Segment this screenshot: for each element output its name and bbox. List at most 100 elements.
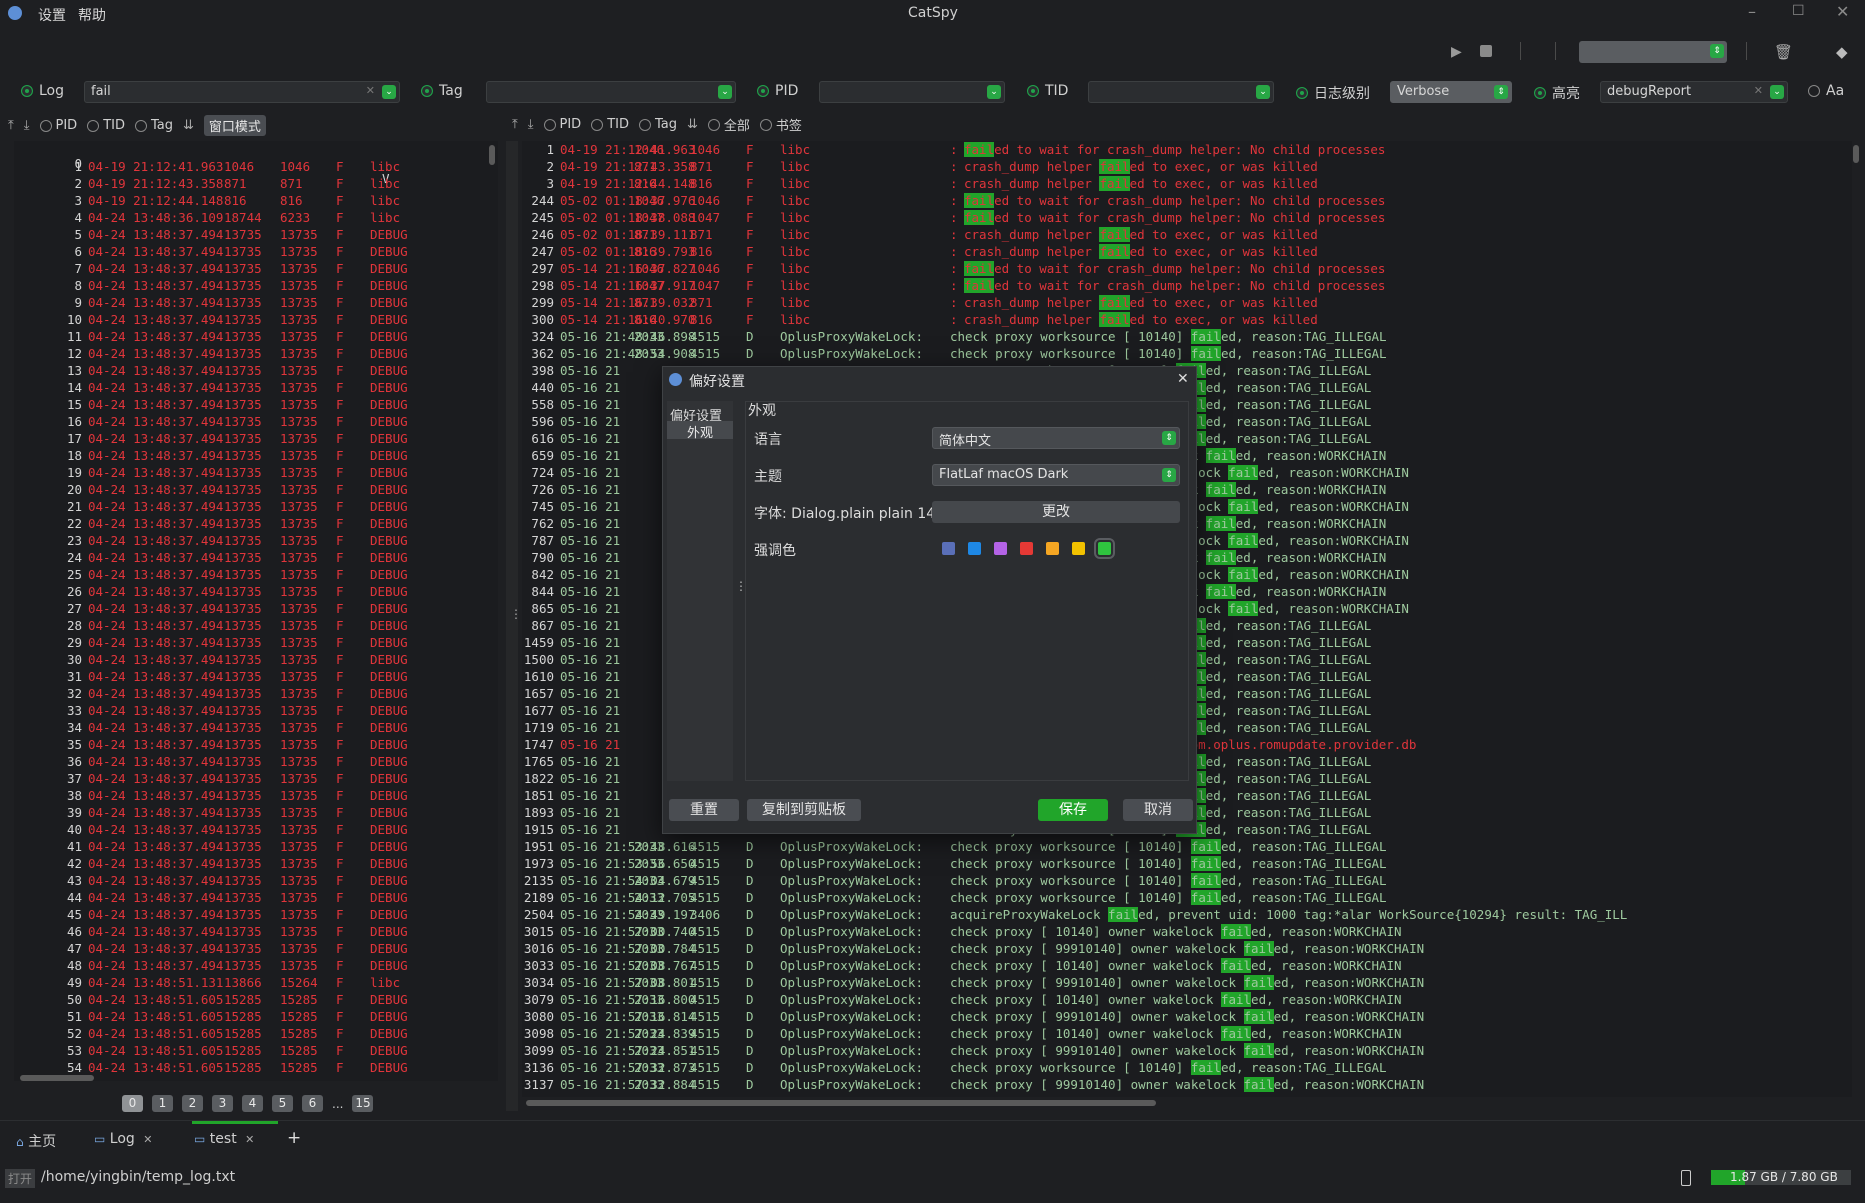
chevron-down-icon[interactable]: ⌄ [1770,85,1784,99]
right-tag-toggle[interactable]: Tag [638,117,677,132]
radio-icon[interactable] [638,118,651,131]
tree-item-appearance[interactable]: 外观 [667,421,733,441]
log-tid: 4515 [690,941,721,956]
add-tab-icon[interactable]: + [287,1128,301,1148]
left-hscroll[interactable] [20,1075,94,1081]
reset-button[interactable]: 重置 [669,799,739,821]
accent-swatch[interactable] [1046,542,1059,555]
right-pid-toggle[interactable]: PID [543,117,581,132]
pid-filter-toggle[interactable]: PID [757,83,798,99]
left-vscroll[interactable] [489,145,495,165]
right-vscroll[interactable] [1853,145,1859,163]
accent-swatch[interactable] [994,542,1007,555]
wrap-icon[interactable]: ⇊ [687,117,698,132]
tag-radio-icon[interactable] [421,85,433,97]
close-window-button[interactable]: ✕ [1836,2,1849,21]
window-mode-button[interactable]: 窗口模式 [203,115,266,136]
highlight-radio-icon[interactable] [1534,87,1546,99]
close-tab-icon[interactable]: ✕ [143,1133,152,1146]
change-font-button[interactable]: 更改 [932,501,1180,523]
log-radio-icon[interactable] [21,85,33,97]
level-filter-toggle[interactable]: 日志级别 [1296,83,1370,103]
pid-radio-icon[interactable] [757,85,769,97]
tid-filter-toggle[interactable]: TID [1027,83,1068,99]
play-icon[interactable]: ▶ [1451,44,1462,60]
language-select[interactable]: 简体中文 ⇕ [932,427,1180,449]
radio-icon[interactable] [543,118,556,131]
highlight-input[interactable]: debugReport ✕ ⌄ [1600,81,1788,103]
chevron-down-icon[interactable]: ⌄ [1256,85,1270,99]
scroll-top-icon[interactable]: ⤒ [8,118,14,133]
level-radio-icon[interactable] [1296,87,1308,99]
accent-swatch[interactable] [968,542,981,555]
minimize-button[interactable]: – [1748,2,1756,21]
highlight-toggle[interactable]: 高亮 [1534,83,1580,103]
tab-log[interactable]: ▭ Log ✕ [94,1131,152,1147]
device-combo[interactable]: ⇕ [1579,41,1727,63]
line-number: 659 [531,448,554,463]
save-button[interactable]: 保存 [1038,799,1108,821]
page-button[interactable]: 3 [212,1095,233,1112]
tab-home[interactable]: ⌂ 主页 [16,1131,56,1151]
dialog-close-icon[interactable]: ✕ [1177,371,1189,387]
chevron-down-icon[interactable]: ⌄ [718,85,732,99]
theme-select[interactable]: FlatLaf macOS Dark ⇕ [932,464,1180,486]
accent-swatch[interactable] [1094,538,1115,559]
chevron-down-icon[interactable]: ⌄ [382,85,396,99]
scroll-top-icon[interactable]: ⤒ [512,117,518,132]
left-log-pane[interactable]: 0 V 1 04-19 21:12:41.963 1046 1046 Flibc 2 04-… [14,141,498,1081]
tid-filter-input[interactable]: ⌄ [1088,81,1274,103]
log-filter-input[interactable]: fail ✕ ⌄ [84,81,400,103]
chevron-down-icon[interactable]: ⌄ [987,85,1001,99]
scroll-bottom-icon[interactable]: ⤓ [528,117,534,132]
left-tid-toggle[interactable]: TID [87,118,125,133]
page-button[interactable]: 6 [302,1095,323,1112]
menu-help[interactable]: 帮助 [78,5,106,25]
page-button[interactable]: 4 [242,1095,263,1112]
maximize-button[interactable]: ☐ [1792,3,1805,19]
wrap-icon[interactable]: ⇊ [183,118,194,133]
menu-settings[interactable]: 设置 [38,5,66,25]
accent-swatch[interactable] [1020,542,1033,555]
clear-icon[interactable]: ✕ [1754,84,1763,97]
left-pid-toggle[interactable]: PID [39,118,77,133]
cancel-button[interactable]: 取消 [1123,799,1193,821]
radio-icon[interactable] [759,118,772,131]
right-bookmark-toggle[interactable]: 书签 [759,115,802,134]
tag-filter-input[interactable]: ⌄ [486,81,736,103]
page-button[interactable]: 0 [122,1095,143,1112]
case-radio-icon[interactable] [1808,85,1820,97]
accent-swatch[interactable] [942,542,955,555]
pid-filter-input[interactable]: ⌄ [819,81,1005,103]
radio-icon[interactable] [87,119,100,132]
page-button[interactable]: 2 [182,1095,203,1112]
eraser-icon[interactable]: ◆ [1836,43,1848,61]
accent-swatch[interactable] [1072,542,1085,555]
page-button[interactable]: 1 [152,1095,173,1112]
stop-icon[interactable] [1480,45,1492,57]
trash-icon[interactable]: 🗑 [1774,43,1793,61]
tid-label: TID [1045,83,1069,99]
tab-test[interactable]: ▭ test ✕ [194,1131,254,1147]
level-combo[interactable]: Verbose ⇕ [1390,81,1512,103]
match-case-toggle[interactable]: Aa [1808,83,1844,99]
right-tid-toggle[interactable]: TID [591,117,629,132]
right-hscroll[interactable] [526,1100,1156,1106]
left-tag-toggle[interactable]: Tag [134,118,173,133]
right-all-toggle[interactable]: 全部 [707,115,750,134]
radio-icon[interactable] [707,118,720,131]
drag-handle-icon[interactable]: ⋮ [510,607,522,621]
radio-icon[interactable] [39,119,52,132]
close-tab-icon[interactable]: ✕ [245,1133,254,1146]
radio-icon[interactable] [134,119,147,132]
pane-splitter[interactable]: ⋮ [506,141,522,1111]
page-button[interactable]: 15 [352,1095,374,1112]
clear-icon[interactable]: ✕ [366,84,375,97]
copy-to-clipboard-button[interactable]: 复制到剪贴板 [747,799,861,821]
page-button[interactable]: 5 [272,1095,293,1112]
tag-filter-toggle[interactable]: Tag [421,83,463,99]
log-filter-toggle[interactable]: Log [21,83,64,99]
scroll-bottom-icon[interactable]: ⤓ [24,118,30,133]
tid-radio-icon[interactable] [1027,85,1039,97]
radio-icon[interactable] [591,118,604,131]
